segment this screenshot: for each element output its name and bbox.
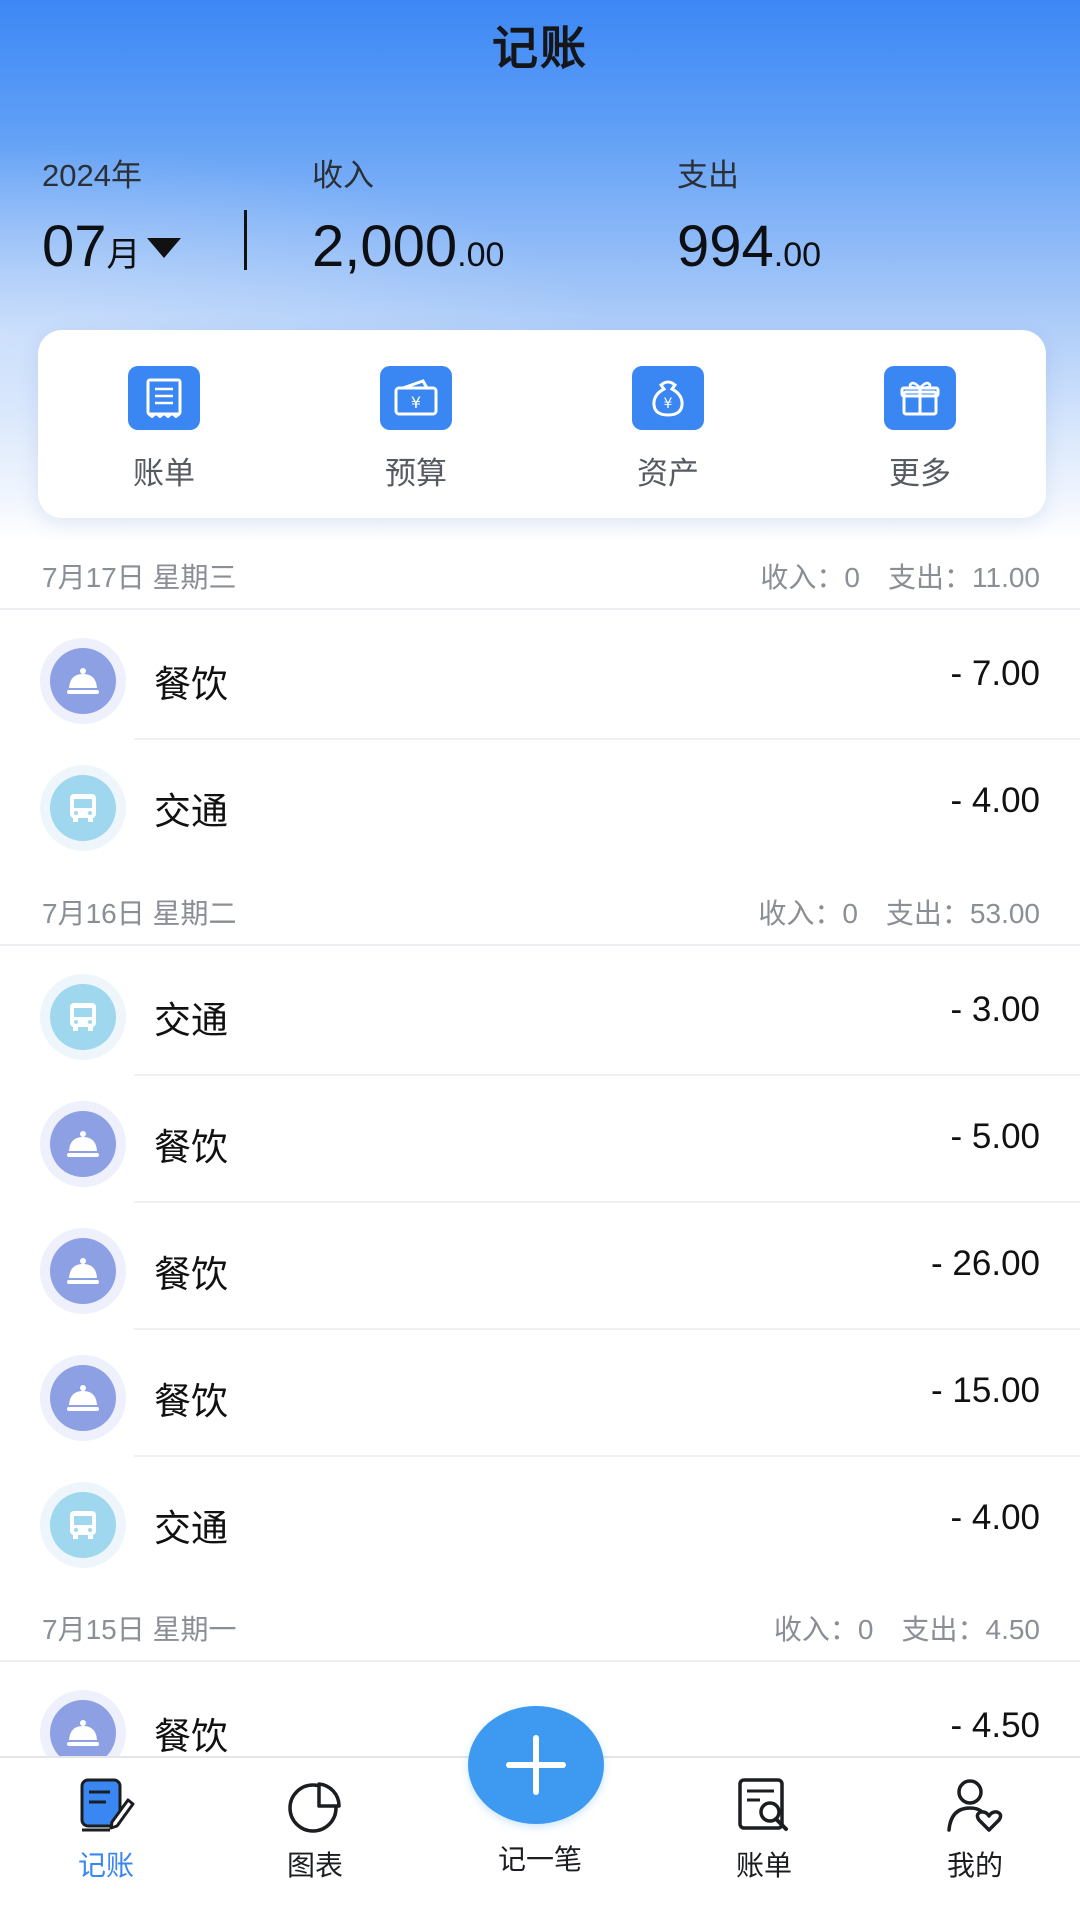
day-header: 7月16日 星期二 收入：0 支出：53.00: [0, 876, 1080, 946]
food-category-icon: [40, 1228, 126, 1314]
quick-action-more[interactable]: 更多: [820, 366, 1020, 493]
row-divider: [134, 1074, 1080, 1076]
transaction-amount: - 26.00: [931, 1244, 1040, 1283]
transaction-row[interactable]: 交通 - 3.00: [0, 950, 1080, 1076]
transaction-amount: - 4.00: [950, 781, 1041, 820]
quick-action-label: 更多: [889, 456, 951, 491]
transaction-row[interactable]: 交通 - 4.00: [0, 1458, 1080, 1584]
transaction-amount: - 4.50: [950, 1706, 1041, 1745]
transaction-amount: - 3.00: [950, 990, 1041, 1029]
day-date: 7月17日 星期三: [42, 562, 237, 593]
category-name: 餐饮: [154, 664, 228, 705]
page-title: 记账: [492, 22, 588, 74]
nav-label: 记账: [77, 1850, 134, 1881]
expense-summary: 支出 994.00: [677, 150, 821, 280]
quick-action-label: 资产: [637, 456, 699, 491]
transaction-amount: - 4.00: [950, 1498, 1041, 1537]
add-record-label[interactable]: 记一笔: [440, 1838, 640, 1878]
user-heart-icon: [945, 1776, 1005, 1836]
expense-label: 支出: [677, 158, 739, 193]
month-picker[interactable]: 2024年 07月: [42, 150, 181, 280]
bill-icon: [128, 366, 200, 430]
quick-action-bill[interactable]: 账单: [64, 366, 264, 493]
transaction-amount: - 7.00: [950, 654, 1041, 693]
expense-value: 994.00: [677, 214, 822, 279]
category-name: 交通: [154, 1508, 228, 1549]
category-name: 餐饮: [154, 1716, 228, 1757]
year-label: 2024年: [42, 158, 142, 193]
pie-chart-icon: [285, 1776, 345, 1836]
bus-category-icon: [40, 765, 126, 851]
nav-label: 我的: [946, 1850, 1003, 1881]
nav-item-chart[interactable]: 图表: [235, 1776, 395, 1884]
month-value[interactable]: 07月: [42, 213, 181, 280]
transaction-row[interactable]: 餐饮 - 5.00: [0, 1077, 1080, 1203]
money-bag-icon: ¥: [632, 366, 704, 430]
quick-action-budget[interactable]: ¥ 预算: [316, 366, 516, 493]
notebook-pen-icon: [76, 1776, 136, 1836]
gift-box-icon: [884, 366, 956, 430]
nav-item-bills[interactable]: 账单: [684, 1776, 844, 1884]
day-header: 7月15日 星期一 收入：0 支出：4.50: [0, 1592, 1080, 1662]
nav-item-bookkeeping[interactable]: 记账: [26, 1776, 186, 1884]
category-name: 交通: [154, 1000, 228, 1041]
summary-divider: [244, 210, 247, 270]
category-name: 餐饮: [154, 1127, 228, 1168]
caret-down-icon[interactable]: [146, 238, 181, 258]
quick-actions-card: 账单 ¥ 预算 ¥ 资产 更多: [38, 330, 1046, 518]
day-date: 7月16日 星期二: [42, 898, 237, 929]
budget-ticket-icon: ¥: [380, 366, 452, 430]
transaction-row[interactable]: 餐饮 - 15.00: [0, 1331, 1080, 1457]
day-summary: 收入：0 支出：53.00: [758, 898, 1040, 929]
nav-label: 图表: [286, 1850, 343, 1881]
quick-action-assets[interactable]: ¥ 资产: [568, 366, 768, 493]
transaction-amount: - 5.00: [950, 1117, 1041, 1156]
transaction-row[interactable]: 交通 - 4.00: [0, 741, 1080, 867]
transaction-row[interactable]: 餐饮 - 7.00: [0, 614, 1080, 740]
svg-text:¥: ¥: [664, 396, 673, 412]
income-summary: 收入 2,000.00: [312, 150, 504, 280]
food-category-icon: [40, 1355, 126, 1441]
category-name: 餐饮: [154, 1254, 228, 1295]
transaction-amount: - 15.00: [931, 1371, 1040, 1410]
quick-action-label: 账单: [133, 456, 195, 491]
nav-item-mine[interactable]: 我的: [895, 1776, 1055, 1884]
bus-category-icon: [40, 974, 126, 1060]
category-name: 餐饮: [154, 1381, 228, 1422]
income-value: 2,000.00: [312, 214, 505, 279]
day-summary: 收入：0 支出：4.50: [773, 1614, 1040, 1645]
add-record-button[interactable]: [468, 1706, 604, 1824]
day-summary: 收入：0 支出：11.00: [760, 562, 1040, 593]
nav-label: 账单: [735, 1850, 792, 1881]
food-category-icon: [40, 1101, 126, 1187]
row-divider: [134, 1455, 1080, 1457]
bill-search-icon: [734, 1776, 794, 1836]
row-divider: [134, 1201, 1080, 1203]
row-divider: [134, 1328, 1080, 1330]
bus-category-icon: [40, 1482, 126, 1568]
quick-action-label: 预算: [385, 456, 447, 491]
day-date: 7月15日 星期一: [42, 1614, 237, 1645]
transaction-row[interactable]: 餐饮 - 26.00: [0, 1204, 1080, 1330]
category-name: 交通: [154, 791, 228, 832]
day-header: 7月17日 星期三 收入：0 支出：11.00: [0, 540, 1080, 610]
svg-text:¥: ¥: [411, 393, 421, 412]
month-summary: 2024年 07月 收入 2,000.00 支出 994.00: [0, 150, 1080, 280]
income-label: 收入: [312, 158, 374, 193]
plus-icon: [506, 1735, 566, 1795]
food-category-icon: [40, 638, 126, 724]
row-divider: [134, 738, 1080, 740]
